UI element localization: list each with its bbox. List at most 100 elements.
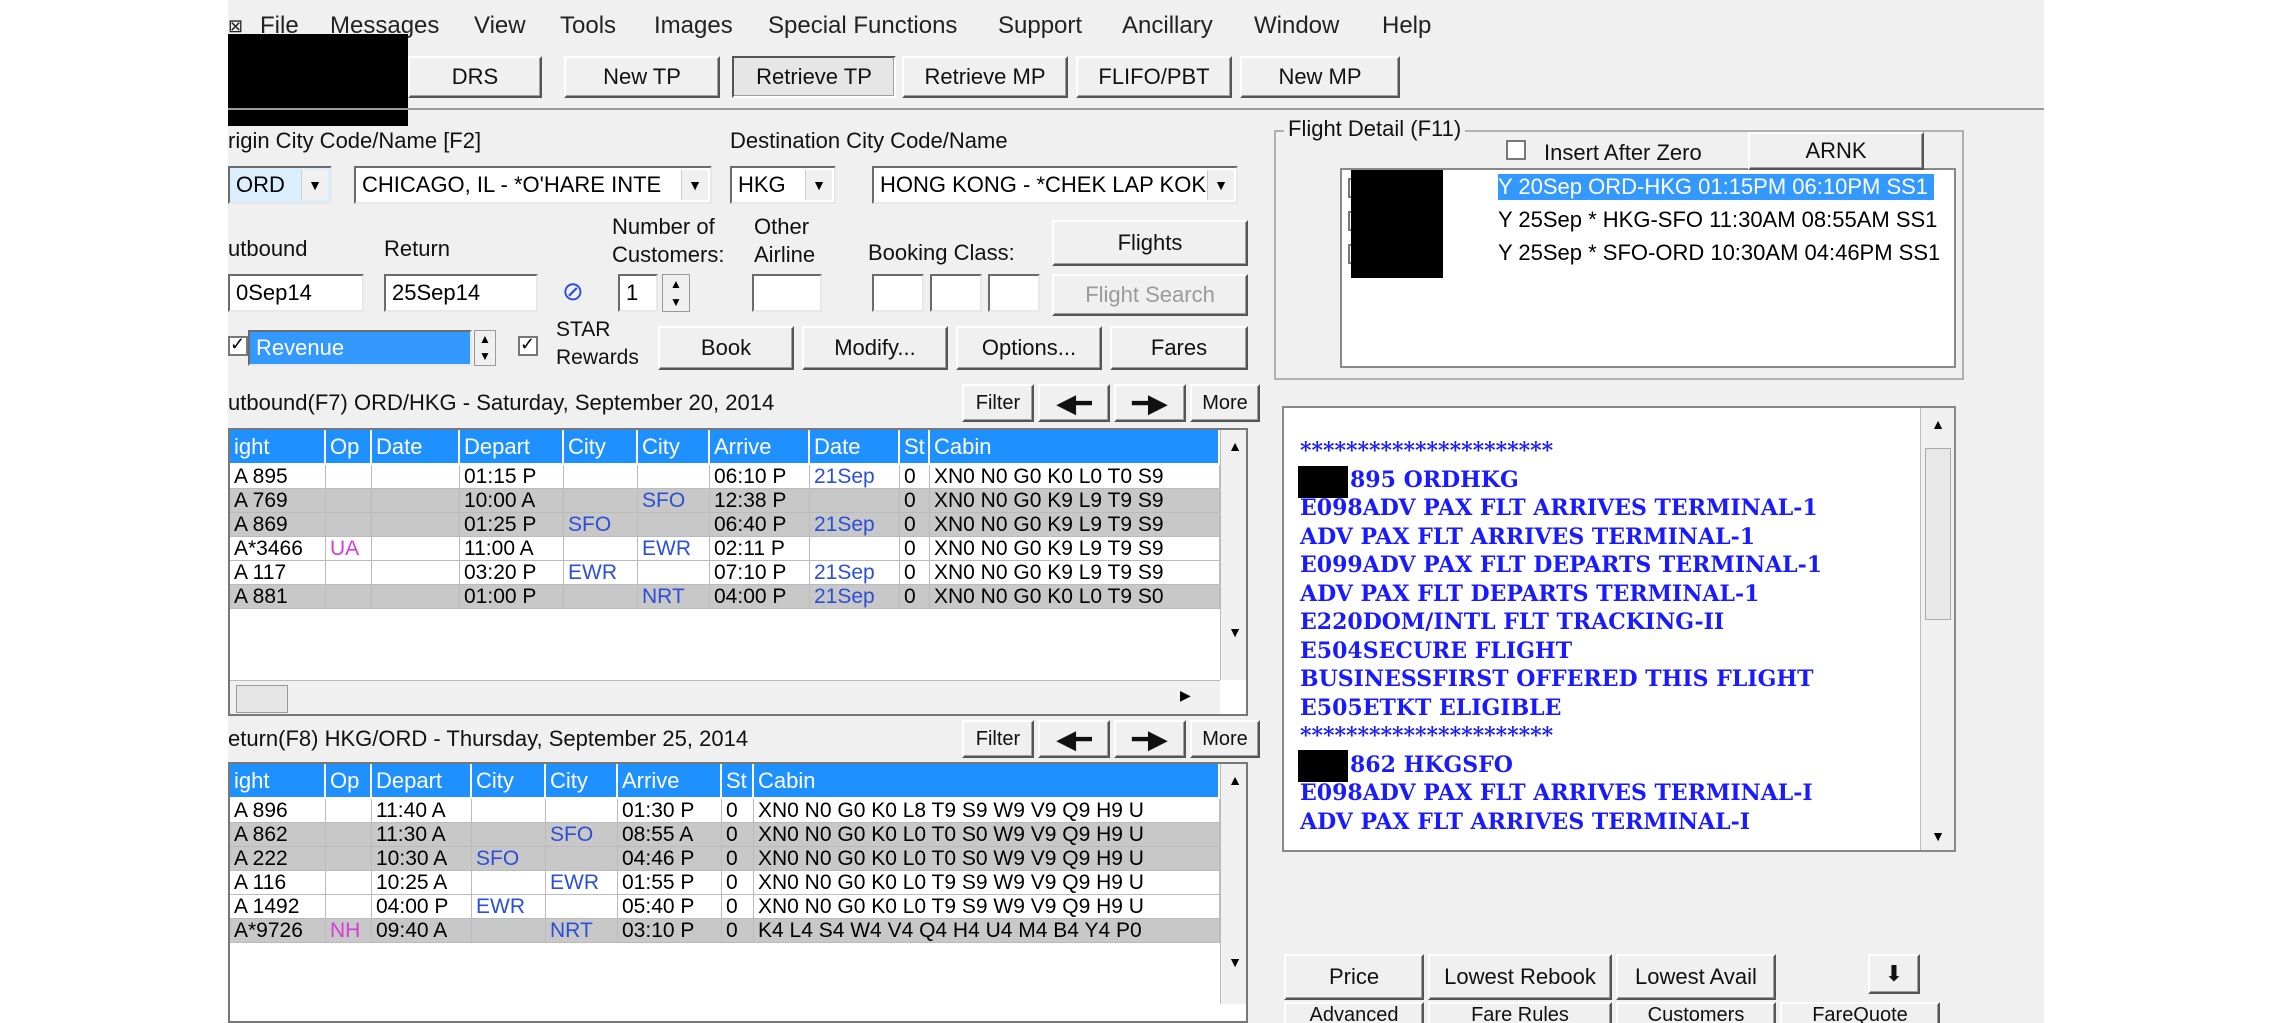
return-flights-grid[interactable]: ight Op Depart City City Arrive St Cabin…	[228, 762, 1248, 1023]
col-flight[interactable]: ight	[230, 764, 326, 797]
star-rewards-checkbox[interactable]: ✓	[518, 334, 538, 356]
retrieve-mp-button[interactable]: Retrieve MP	[902, 56, 1068, 98]
menu-window[interactable]: Window	[1254, 12, 1339, 40]
col-op[interactable]: Op	[326, 764, 372, 797]
remarks-vscroll[interactable]: ▲ ▼	[1920, 408, 1954, 850]
col-flight[interactable]: ight	[230, 430, 326, 463]
col-city-2[interactable]: City	[546, 764, 618, 797]
col-city-2[interactable]: City	[638, 430, 710, 463]
menu-view[interactable]: View	[474, 12, 526, 40]
fares-button[interactable]: Fares	[1110, 326, 1248, 370]
col-arrive[interactable]: Arrive	[710, 430, 810, 463]
col-arrive[interactable]: Arrive	[618, 764, 722, 797]
spinner-up-icon[interactable]: ▲	[663, 275, 689, 293]
advanced-button[interactable]: Advanced	[1284, 1002, 1424, 1023]
return-prev-button[interactable]: ◀━	[1038, 720, 1110, 758]
col-st[interactable]: St	[900, 430, 930, 463]
outbound-date-field[interactable]: 0Sep14	[228, 274, 364, 312]
retrieve-tp-button[interactable]: Retrieve TP	[732, 56, 896, 98]
return-filter-button[interactable]: Filter	[962, 720, 1034, 758]
drs-button[interactable]: DRS	[408, 56, 542, 98]
return-more-button[interactable]: More	[1190, 720, 1260, 758]
table-row[interactable]: A*3466 UA 11:00 A EWR 02:11 P 0 XN0 N0 G0 K9 L…	[230, 537, 1220, 561]
price-button[interactable]: Price	[1284, 954, 1424, 1000]
dest-code-combo[interactable]: HKG ▼	[730, 166, 836, 204]
dest-name-combo[interactable]: HONG KONG - *CHEK LAP KOK ▼	[872, 166, 1238, 204]
menu-ancillary[interactable]: Ancillary	[1122, 12, 1213, 40]
flifo-button[interactable]: FLIFO/PBT	[1076, 56, 1232, 98]
table-row[interactable]: A 862 11:30 A SFO 08:55 A 0 XN0 N0 G0 K0 L0 T…	[230, 823, 1220, 847]
modify-button[interactable]: Modify...	[802, 326, 948, 370]
col-arrive-date[interactable]: Date	[810, 430, 900, 463]
chevron-down-icon[interactable]: ▼	[1207, 170, 1234, 200]
hscroll-thumb[interactable]	[236, 685, 288, 713]
fare-rules-button[interactable]: Fare Rules	[1428, 1002, 1612, 1023]
menu-help[interactable]: Help	[1382, 12, 1431, 40]
table-row[interactable]: A 116 10:25 A EWR 01:55 P 0 XN0 N0 G0 K0 L0 T…	[230, 871, 1220, 895]
outbound-more-button[interactable]: More	[1190, 384, 1260, 422]
revenue-checkbox[interactable]: ✓	[228, 334, 248, 356]
col-city[interactable]: City	[472, 764, 546, 797]
scroll-right-icon[interactable]: ▶	[1180, 687, 1191, 704]
spinner-down-icon[interactable]: ▼	[663, 293, 689, 311]
table-row[interactable]: A 895 01:15 P 06:10 P 21Sep 0 XN0 N0 G0 K0 L0…	[230, 465, 1220, 489]
outbound-next-button[interactable]: ━▶	[1114, 384, 1186, 422]
menu-tools[interactable]: Tools	[560, 12, 616, 40]
scroll-down-icon[interactable]: ▼	[1921, 828, 1954, 844]
col-st[interactable]: St	[722, 764, 754, 797]
other-airline-field[interactable]	[752, 274, 822, 312]
revenue-spinner[interactable]: ▲ ▼	[474, 330, 496, 366]
scroll-down-icon[interactable]: ▼	[1221, 624, 1246, 640]
outbound-flights-grid[interactable]: ight Op Date Depart City City Arrive Dat…	[228, 428, 1248, 716]
revenue-select[interactable]: Revenue	[248, 330, 472, 366]
scroll-down-icon[interactable]: ▼	[1221, 954, 1246, 970]
table-row[interactable]: A 769 10:00 A SFO 12:38 P 0 XN0 N0 G0 K9 L9 T…	[230, 489, 1220, 513]
col-cabin[interactable]: Cabin	[930, 430, 1220, 463]
menu-support[interactable]: Support	[998, 12, 1082, 40]
return-next-button[interactable]: ━▶	[1114, 720, 1186, 758]
menu-images[interactable]: Images	[654, 12, 733, 40]
calendar-icon[interactable]: ⊘	[562, 276, 598, 310]
lowest-avail-button[interactable]: Lowest Avail	[1616, 954, 1776, 1000]
table-row[interactable]: A 896 11:40 A 01:30 P 0 XN0 N0 G0 K0 L8 T9 S…	[230, 799, 1220, 823]
col-depart[interactable]: Depart	[372, 764, 472, 797]
flight-remarks-panel[interactable]: ********************** 895 ORDHKG E098ADV …	[1282, 406, 1956, 852]
menu-special-functions[interactable]: Special Functions	[768, 12, 957, 40]
table-row[interactable]: A 869 01:25 P SFO 06:40 P 21Sep 0 XN0 N0 G0 K9…	[230, 513, 1220, 537]
lowest-rebook-button[interactable]: Lowest Rebook	[1428, 954, 1612, 1000]
table-row[interactable]: A*9726 NH 09:40 A NRT 03:10 P 0 K4 L4 S4 W4 V4…	[230, 919, 1220, 943]
outbound-prev-button[interactable]: ◀━	[1038, 384, 1110, 422]
chevron-down-icon[interactable]: ▼	[805, 170, 832, 200]
new-mp-button[interactable]: New MP	[1240, 56, 1400, 98]
outbound-filter-button[interactable]: Filter	[962, 384, 1034, 422]
download-button[interactable]: ⬇	[1868, 954, 1920, 994]
col-cabin[interactable]: Cabin	[754, 764, 1220, 797]
outbound-vscroll[interactable]: ▲ ▼	[1220, 430, 1246, 680]
booking-class-field-1[interactable]	[872, 274, 924, 312]
insert-after-zero-checkbox[interactable]	[1506, 140, 1526, 160]
origin-name-combo[interactable]: CHICAGO, IL - *O'HARE INTE ▼	[354, 166, 712, 204]
flights-button[interactable]: Flights	[1052, 220, 1248, 266]
book-button[interactable]: Book	[658, 326, 794, 370]
scroll-up-icon[interactable]: ▲	[1221, 772, 1246, 788]
outbound-hscroll[interactable]: ▶	[230, 680, 1220, 714]
customers-button[interactable]: Customers	[1616, 1002, 1776, 1023]
remarks-scroll-thumb[interactable]	[1925, 448, 1951, 620]
col-date[interactable]: Date	[372, 430, 460, 463]
num-customers-field[interactable]: 1	[618, 274, 658, 312]
farequote-button[interactable]: FareQuote	[1780, 1002, 1940, 1023]
scroll-up-icon[interactable]: ▲	[1221, 438, 1246, 454]
table-row[interactable]: A 117 03:20 P EWR 07:10 P 21Sep 0 XN0 N0 G0 K9…	[230, 561, 1220, 585]
col-op[interactable]: Op	[326, 430, 372, 463]
customers-spinner[interactable]: ▲ ▼	[662, 274, 690, 312]
return-date-field[interactable]: 25Sep14	[384, 274, 538, 312]
table-row[interactable]: A 1492 04:00 P EWR 05:40 P 0 XN0 N0 G0 K0 L0 …	[230, 895, 1220, 919]
options-button[interactable]: Options...	[956, 326, 1102, 370]
booking-class-field-2[interactable]	[930, 274, 982, 312]
arnk-button[interactable]: ARNK	[1748, 132, 1924, 170]
booking-class-field-3[interactable]	[988, 274, 1040, 312]
new-tp-button[interactable]: New TP	[564, 56, 720, 98]
chevron-down-icon[interactable]: ▼	[681, 170, 708, 200]
col-depart[interactable]: Depart	[460, 430, 564, 463]
table-row[interactable]: A 222 10:30 A SFO 04:46 P 0 XN0 N0 G0 K0 L0 T…	[230, 847, 1220, 871]
